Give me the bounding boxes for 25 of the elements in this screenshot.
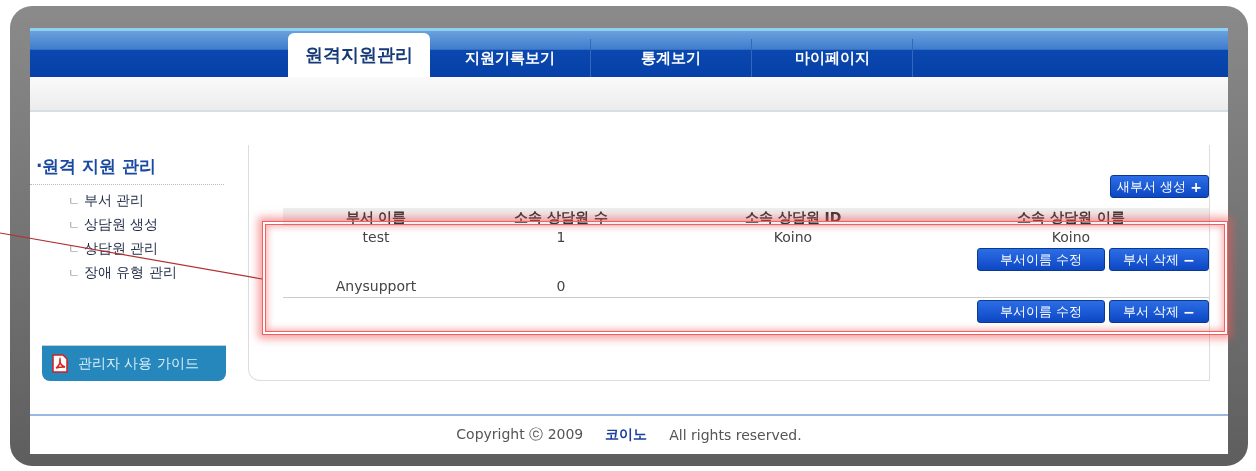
rename-button[interactable]: 부서이름 수정	[977, 300, 1105, 323]
copyright-text: Copyright ⓒ 2009	[456, 426, 584, 444]
sidebar-link[interactable]: 장애 유형 관리	[84, 264, 177, 282]
sidebar-link[interactable]: 상담원 관리	[84, 240, 159, 258]
tree-marker: ㄴ	[68, 216, 80, 234]
table-cell-text: Koino	[1050, 228, 1092, 246]
tree-marker: ㄴ	[68, 264, 80, 282]
table-cell-text: Anysupport	[334, 277, 418, 295]
column-header: 부서 이름	[344, 208, 408, 226]
rename-button[interactable]: 부서이름 수정	[977, 248, 1105, 271]
table-cell-text: 1	[555, 228, 567, 246]
delete-button[interactable]: 부서 삭제 −	[1109, 248, 1209, 271]
brand-text: 코이노	[605, 426, 648, 444]
table-cell-text: test	[361, 228, 391, 246]
rights-text: All rights reserved.	[669, 427, 802, 443]
sidebar-title: ·원격 지원 관리	[30, 145, 224, 185]
sidebar-link[interactable]: 부서 관리	[84, 192, 145, 210]
tree-marker: ㄴ	[68, 192, 80, 210]
pdf-icon	[52, 354, 68, 373]
delete-button[interactable]: 부서 삭제 −	[1109, 300, 1209, 323]
table-cell-text: Koino	[772, 228, 814, 246]
sidebar-link[interactable]: 상담원 생성	[84, 216, 159, 234]
nav-tab[interactable]: 원격지원관리	[288, 33, 430, 77]
new-department-button[interactable]: 새부서 생성 +	[1110, 175, 1209, 198]
table-cell-text: 0	[555, 277, 567, 295]
